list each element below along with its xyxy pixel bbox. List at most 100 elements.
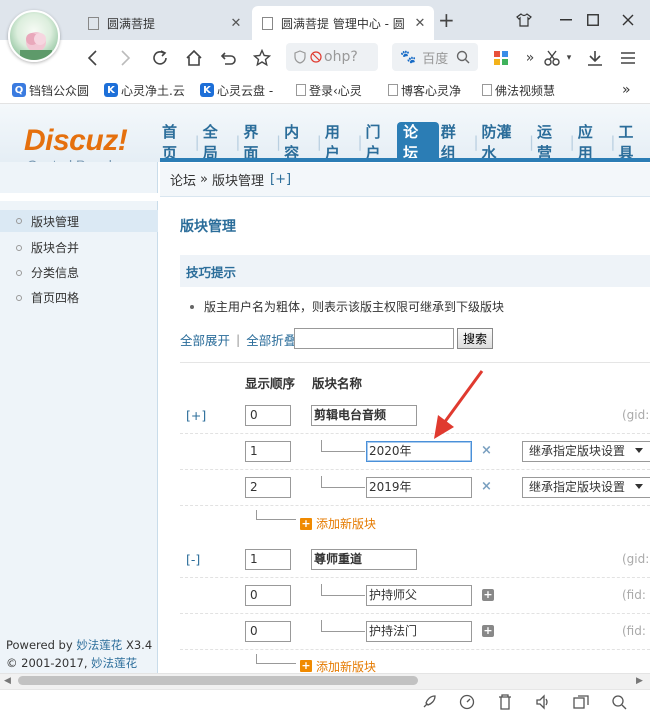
- download-icon[interactable]: [583, 46, 607, 70]
- order-input[interactable]: 2: [245, 477, 291, 498]
- search-button[interactable]: 搜索: [457, 328, 493, 349]
- inherit-select[interactable]: 继承指定版块设置: [522, 441, 650, 462]
- window-icon[interactable]: [572, 693, 590, 711]
- delete-icon[interactable]: ×: [481, 443, 492, 458]
- nav-antispam[interactable]: 防灌水: [480, 122, 528, 162]
- minimize-icon[interactable]: [556, 10, 576, 30]
- nav-tools[interactable]: 工具: [616, 122, 650, 162]
- volume-icon[interactable]: [534, 693, 552, 711]
- add-subforum-icon[interactable]: +: [482, 589, 494, 601]
- tab-2-active[interactable]: 圆满菩提 管理中心 - 圆 ✕: [252, 6, 434, 40]
- rocket-icon[interactable]: [420, 693, 438, 711]
- group-toggle[interactable]: [-]: [186, 552, 200, 567]
- powered-by: Powered by 妙法莲花 X3.4 © 2001-2017, 妙法莲花: [6, 636, 152, 672]
- bookmark-6[interactable]: 佛法视频慧: [482, 82, 562, 98]
- order-input[interactable]: 1: [245, 441, 291, 462]
- close-icon[interactable]: ✕: [228, 16, 244, 31]
- add-forum-link[interactable]: + 添加新版块: [300, 515, 376, 532]
- category-name-input[interactable]: 尊师重道: [311, 549, 417, 570]
- back-icon[interactable]: [80, 46, 104, 70]
- add-subforum-icon[interactable]: +: [482, 625, 494, 637]
- add-forum-label: 添加新版块: [316, 517, 377, 531]
- nav-user[interactable]: 用户: [323, 122, 357, 162]
- sidebar-item-forum-manage[interactable]: 版块管理: [0, 210, 158, 232]
- forum-name-input[interactable]: 2019年: [366, 477, 472, 498]
- nav-style[interactable]: 界面: [241, 122, 275, 162]
- sidebar-item-home-grid[interactable]: 首页四格: [16, 289, 79, 306]
- close-window-icon[interactable]: [618, 10, 638, 30]
- more-icon[interactable]: »: [518, 46, 542, 70]
- search-box[interactable]: 🐾 百度: [392, 43, 478, 71]
- sidebar-item-label: 版块管理: [31, 214, 80, 229]
- powered-link[interactable]: 妙法莲花: [76, 638, 122, 652]
- address-bar[interactable]: ohp?: [286, 43, 378, 71]
- forum-search-input[interactable]: [294, 328, 454, 349]
- inherit-select-value: 继承指定版块设置: [529, 480, 626, 494]
- browser-profile-avatar[interactable]: [8, 10, 60, 62]
- nav-global[interactable]: 全局: [201, 122, 235, 162]
- forum-name-input[interactable]: 护持法门: [366, 621, 472, 642]
- collapse-all-link[interactable]: 全部折叠: [246, 330, 296, 349]
- trash-icon[interactable]: [496, 693, 514, 711]
- add-forum-label: 添加新版块: [316, 659, 377, 674]
- apps-icon[interactable]: [489, 46, 513, 70]
- nav-apps[interactable]: 应用: [576, 122, 610, 162]
- tab-1[interactable]: 圆满菩提 ✕: [78, 6, 250, 40]
- nav-underline: [160, 158, 650, 162]
- tree-connector: [321, 620, 365, 632]
- chevron-down-icon: [635, 484, 643, 489]
- nav-operation[interactable]: 运营: [535, 122, 569, 162]
- bookmarks-more-button[interactable]: »: [622, 82, 631, 98]
- sidebar-item-forum-merge[interactable]: 版块合并: [16, 239, 79, 256]
- undo-icon[interactable]: [216, 46, 240, 70]
- nav-forum[interactable]: 论坛: [397, 122, 439, 162]
- scroll-left-icon[interactable]: ◀: [4, 676, 11, 686]
- maximize-icon[interactable]: [583, 10, 603, 30]
- nav-group[interactable]: 群组: [439, 122, 473, 162]
- order-input[interactable]: 0: [245, 405, 291, 426]
- search-icon: [457, 50, 470, 64]
- inherit-select[interactable]: 继承指定版块设置: [522, 477, 650, 498]
- category-name-input[interactable]: 剪辑电台音频: [311, 405, 417, 426]
- nav-content[interactable]: 内容: [282, 122, 316, 162]
- plus-icon: +: [300, 516, 312, 530]
- order-input[interactable]: 1: [245, 549, 291, 570]
- forum-name-input[interactable]: 护持师父: [366, 585, 472, 606]
- nav-portal[interactable]: 门户: [364, 122, 398, 162]
- bookmark-1[interactable]: Q 铛铛公众圆: [12, 82, 98, 98]
- scroll-right-icon[interactable]: ▶: [636, 676, 643, 686]
- sidebar-item-classify[interactable]: 分类信息: [16, 264, 79, 281]
- bookmark-4[interactable]: 登录‹心灵: [296, 82, 376, 98]
- chevron-down-icon[interactable]: ▾: [563, 46, 575, 70]
- scissors-icon[interactable]: [540, 46, 564, 70]
- copyright-link[interactable]: 妙法莲花: [91, 656, 137, 670]
- close-icon[interactable]: ✕: [412, 16, 428, 31]
- bookmark-2[interactable]: K 心灵净土.云: [104, 82, 190, 98]
- bookmark-3[interactable]: K 心灵云盘 -: [200, 82, 286, 98]
- star-icon[interactable]: [250, 46, 274, 70]
- forward-icon[interactable]: [114, 46, 138, 70]
- reload-icon[interactable]: [148, 46, 172, 70]
- new-tab-icon[interactable]: +: [438, 8, 455, 32]
- order-input[interactable]: 0: [245, 621, 291, 642]
- shirt-icon[interactable]: [514, 10, 534, 30]
- tip-text: 版主用户名为粗体，则表示该版主权限可继承到下级版块: [204, 300, 505, 314]
- bookmark-5[interactable]: 博客心灵净: [388, 82, 468, 98]
- add-forum-link[interactable]: + 添加新版块: [300, 659, 376, 673]
- zoom-icon[interactable]: [610, 693, 628, 711]
- inherit-select-value: 继承指定版块设置: [529, 444, 626, 458]
- home-icon[interactable]: [182, 46, 206, 70]
- order-input[interactable]: 0: [245, 585, 291, 606]
- expand-all-link[interactable]: 全部展开: [180, 330, 230, 349]
- tab-1-title: 圆满菩提: [107, 16, 156, 31]
- bookmark-3-label: 心灵云盘 -: [217, 83, 274, 98]
- blocked-icon: [310, 51, 322, 63]
- group-toggle[interactable]: [+]: [186, 408, 206, 423]
- scrollbar-thumb[interactable]: [18, 676, 418, 685]
- menu-icon[interactable]: [616, 46, 640, 70]
- delete-icon[interactable]: ×: [481, 479, 492, 494]
- speed-icon[interactable]: [458, 693, 476, 711]
- nav-home[interactable]: 首页: [160, 122, 194, 162]
- breadcrumb-root[interactable]: 论坛: [170, 170, 196, 189]
- add-shortcut-button[interactable]: [+]: [270, 172, 291, 187]
